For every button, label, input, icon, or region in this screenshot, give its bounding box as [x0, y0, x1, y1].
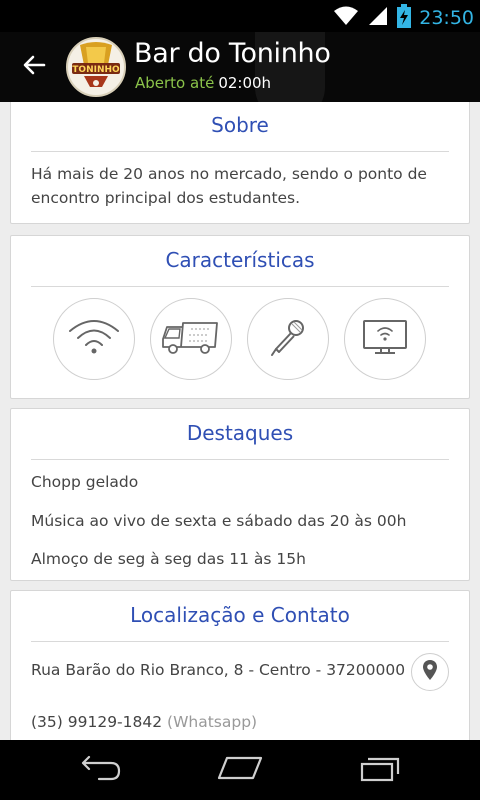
nav-recents-button[interactable] [355, 752, 405, 788]
arrow-back-icon [22, 54, 46, 80]
wifi-icon [67, 317, 121, 361]
status-bar: 23:50 [0, 0, 480, 32]
phone-note: (Whatsapp) [167, 713, 258, 731]
address-text: Rua Barão do Rio Branco, 8 - Centro - 37… [31, 661, 406, 679]
wifi-icon [333, 5, 359, 31]
highlights-card: Destaques Chopp gelado Música ao vivo de… [10, 408, 470, 581]
phone-number: (35) 99129-1842 [31, 713, 163, 731]
map-button[interactable] [411, 653, 449, 691]
home-nav-icon [215, 754, 265, 786]
action-bar: TONINHO Bar do Toninho Aberto até 02:00h [0, 32, 480, 102]
highlights-title: Destaques [186, 421, 294, 445]
microphone-icon [268, 317, 308, 361]
nav-home-button[interactable] [215, 752, 265, 788]
about-card: Sobre Há mais de 20 anos no mercado, sen… [10, 102, 470, 224]
divider [31, 459, 449, 460]
divider [31, 286, 449, 287]
nav-back-button[interactable] [75, 752, 125, 788]
back-button[interactable] [16, 52, 52, 82]
back-nav-icon [77, 755, 123, 785]
open-until-time: 02:00h [218, 74, 272, 92]
delivery-truck-icon [161, 317, 221, 361]
signal-icon [367, 5, 389, 31]
about-title: Sobre [211, 113, 269, 137]
opening-hours: Aberto até 02:00h [135, 74, 271, 92]
phone-line[interactable]: (35) 99129-1842 (Whatsapp) [31, 713, 257, 731]
divider [31, 641, 449, 642]
location-title: Localização e Contato [130, 603, 350, 627]
feature-karaoke[interactable] [247, 298, 329, 380]
feature-delivery[interactable] [150, 298, 232, 380]
bar-logo: TONINHO [66, 37, 126, 97]
page-title: Bar do Toninho [134, 38, 331, 69]
features-title: Características [165, 248, 315, 272]
recents-nav-icon [358, 754, 402, 786]
logo-text: TONINHO [72, 65, 120, 75]
highlight-item: Almoço de seg à seg das 11 às 15h [31, 550, 306, 568]
open-status-label: Aberto até [135, 74, 215, 92]
features-row [11, 298, 471, 382]
features-card: Características [10, 235, 470, 399]
about-text: Há mais de 20 anos no mercado, sendo o p… [31, 165, 427, 207]
feature-tv[interactable] [344, 298, 426, 380]
status-time: 23:50 [419, 7, 474, 29]
location-card: Localização e Contato Rua Barão do Rio B… [10, 590, 470, 740]
content-scroll[interactable]: Sobre Há mais de 20 anos no mercado, sen… [0, 102, 480, 740]
highlight-item: Chopp gelado [31, 473, 139, 491]
navigation-bar [0, 740, 480, 800]
location-pin-icon [422, 659, 438, 685]
tv-icon [361, 317, 409, 361]
feature-wifi[interactable] [53, 298, 135, 380]
highlight-item: Música ao vivo de sexta e sábado das 20 … [31, 512, 407, 530]
battery-charging-icon [397, 4, 412, 32]
